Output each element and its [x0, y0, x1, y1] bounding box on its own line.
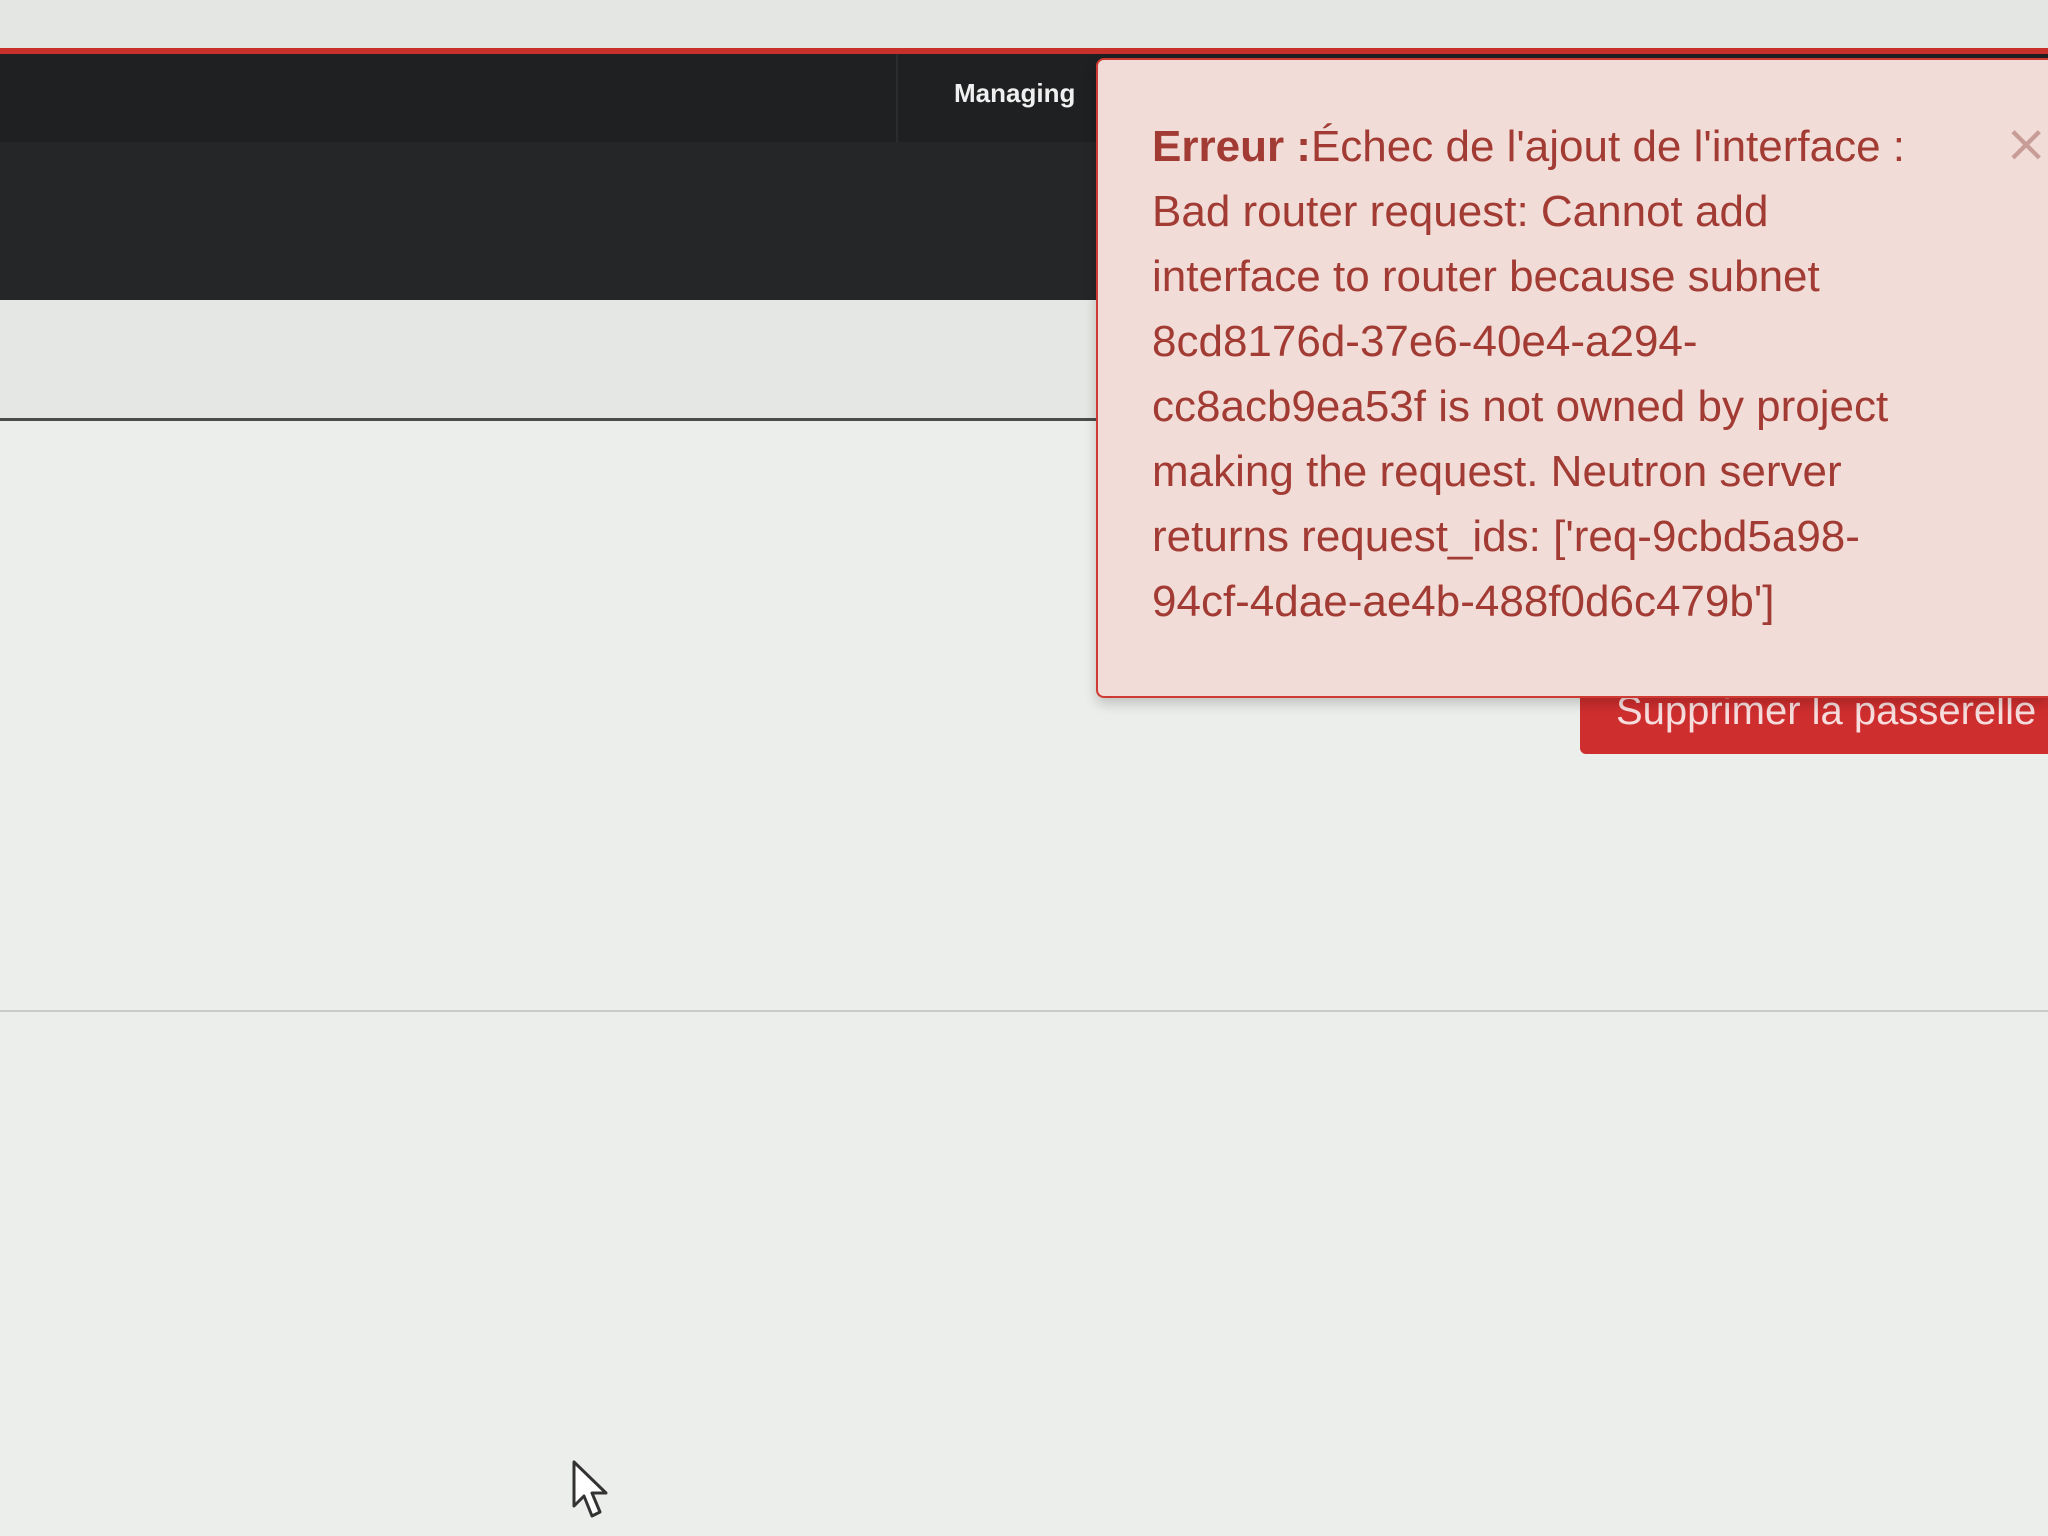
top-gap [0, 0, 2048, 52]
navbar-divider [896, 54, 898, 142]
error-alert: Erreur :Échec de l'ajout de l'interface … [1096, 58, 2048, 698]
mouse-pointer-icon [572, 1460, 608, 1518]
alert-message: Échec de l'ajout de l'interface : Bad ro… [1152, 122, 1905, 626]
section-divider-lower [0, 1010, 2048, 1012]
project-label[interactable]: Managing [954, 78, 1075, 109]
alert-title: Erreur : [1152, 122, 1311, 171]
close-icon[interactable]: × [2004, 112, 2048, 177]
